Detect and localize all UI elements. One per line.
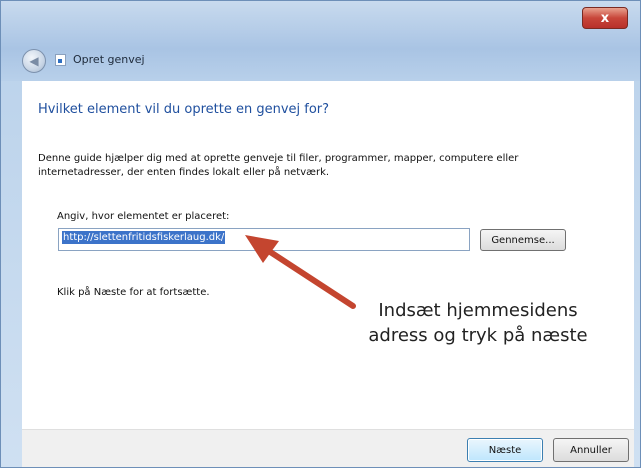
- browse-button[interactable]: Gennemse...: [480, 229, 566, 251]
- title-bar: [1, 1, 640, 81]
- back-button[interactable]: ◀: [22, 49, 46, 73]
- close-icon: x: [600, 10, 610, 26]
- shortcut-icon: [55, 54, 66, 66]
- close-button[interactable]: x: [582, 7, 628, 29]
- back-arrow-icon: ◀: [29, 54, 39, 68]
- continue-hint: Klik på Næste for at fortsætte.: [57, 287, 210, 298]
- wizard-content: [22, 81, 634, 429]
- next-button[interactable]: Næste: [467, 438, 543, 462]
- cancel-button[interactable]: Annuller: [553, 438, 629, 462]
- location-input[interactable]: http://slettenfritidsfiskerlaug.dk/: [58, 228, 470, 251]
- location-label: Angiv, hvor elementet er placeret:: [57, 211, 230, 222]
- wizard-description: Denne guide hjælper dig med at oprette g…: [38, 153, 519, 178]
- annotation-text: Indsæt hjemmesidens adress og tryk på næ…: [343, 298, 613, 348]
- annotation-line-1: Indsæt hjemmesidens: [378, 300, 578, 321]
- window-title: Opret genvej: [73, 53, 145, 66]
- location-input-value: http://slettenfritidsfiskerlaug.dk/: [62, 231, 226, 244]
- annotation-line-2: adress og tryk på næste: [368, 325, 588, 346]
- page-title: Hvilket element vil du oprette en genvej…: [38, 102, 330, 117]
- create-shortcut-window: x ◀ Opret genvej Hvilket element vil du …: [0, 0, 641, 468]
